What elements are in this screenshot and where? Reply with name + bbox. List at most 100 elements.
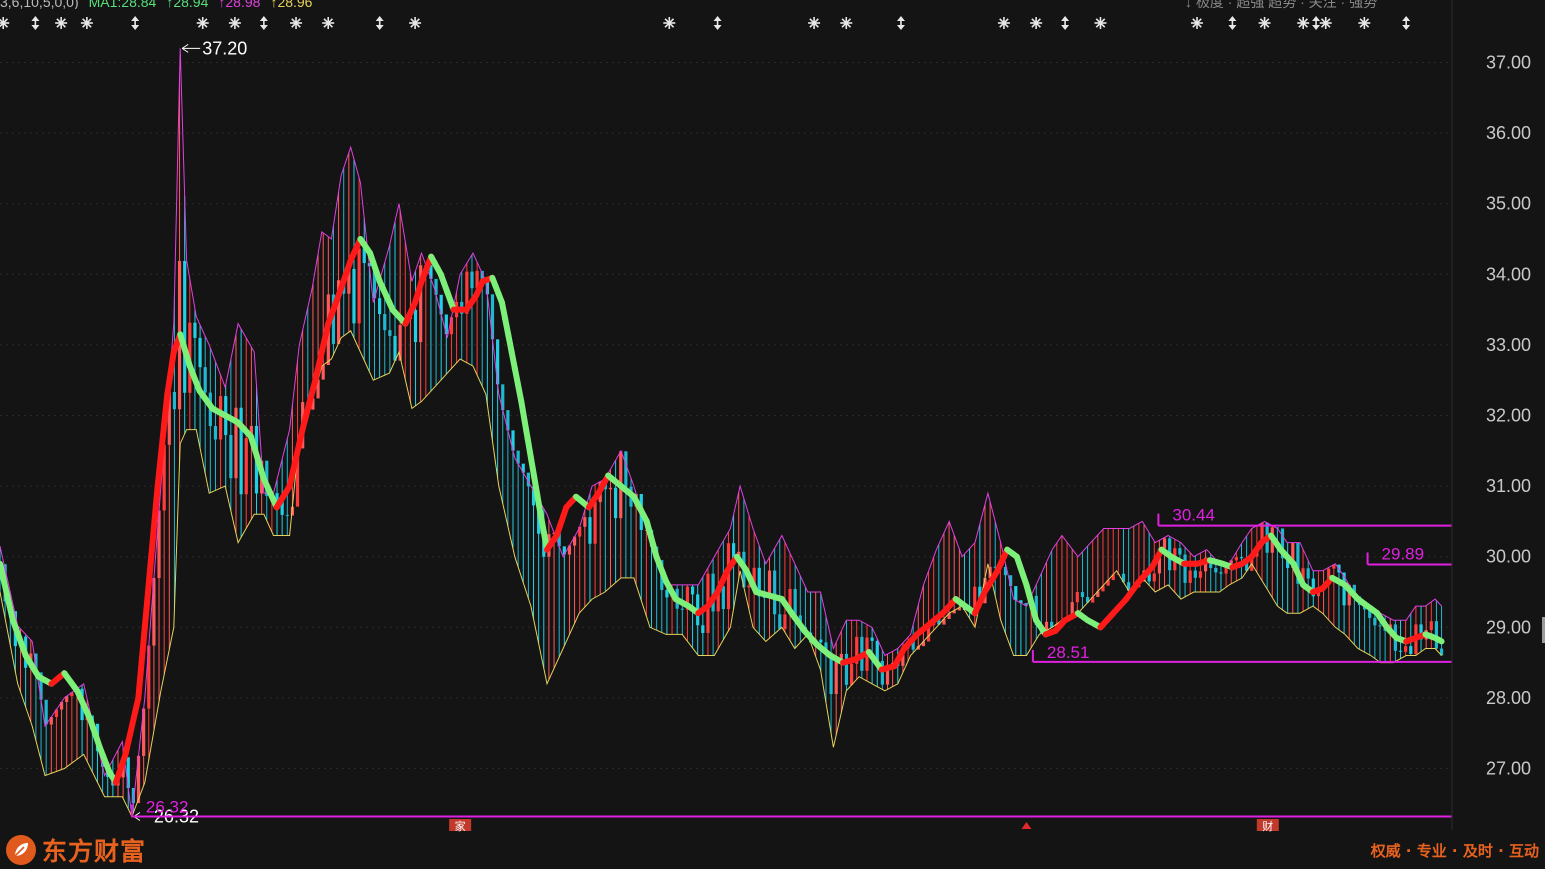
candle-body xyxy=(229,435,233,479)
candle-body xyxy=(834,661,838,695)
event-badge-label: 财 xyxy=(1262,819,1273,833)
candle-body xyxy=(1409,646,1413,654)
candle-body xyxy=(1234,556,1238,561)
trend-segment xyxy=(161,391,171,428)
legend-item-2: ↑28.94 xyxy=(166,0,209,9)
candle-body xyxy=(388,330,392,336)
candle-body xyxy=(198,337,202,368)
candle-body xyxy=(608,487,613,490)
candle-body xyxy=(1152,573,1156,582)
candle-body xyxy=(1373,617,1377,626)
level-label: 28.51 xyxy=(1047,643,1090,662)
candle-body xyxy=(383,314,387,331)
trend-segment xyxy=(164,370,174,398)
y-tick-label: 28.00 xyxy=(1486,688,1531,708)
trend-segment xyxy=(167,348,177,377)
trend-segment xyxy=(154,452,164,490)
trend-segment xyxy=(145,553,155,595)
chart-background xyxy=(0,0,1545,869)
trend-segment xyxy=(1435,636,1445,645)
candle-body xyxy=(850,663,854,685)
candle-body xyxy=(793,588,797,616)
candle-body xyxy=(213,426,218,440)
candle-body xyxy=(1306,568,1310,579)
event-badge-label: 家 xyxy=(455,819,466,833)
candle-body xyxy=(126,757,130,789)
candle-body xyxy=(593,502,597,544)
indicator-legend: 3,6,10,5,0,0) MA1:28.84 ↑28.94 ↑28.98 ↑28.96… xyxy=(0,0,1440,9)
candle-body xyxy=(1219,572,1223,574)
y-tick-label: 30.00 xyxy=(1486,547,1531,567)
candle-body xyxy=(203,367,207,393)
trend-segment xyxy=(148,518,158,560)
candle-body xyxy=(285,514,289,516)
candle-body xyxy=(172,391,177,410)
candle-body xyxy=(321,365,325,380)
candle-body xyxy=(378,298,382,315)
trend-segment xyxy=(138,624,148,666)
extreme-price-label: 37.20 xyxy=(202,38,247,58)
candle-body xyxy=(1014,586,1018,601)
candle-body xyxy=(413,309,418,343)
leaf-icon xyxy=(14,843,28,857)
candle-body xyxy=(1183,554,1187,583)
candle-body xyxy=(393,335,397,361)
y-tick-label: 29.00 xyxy=(1486,617,1531,637)
level-label: 26.32 xyxy=(146,798,189,817)
candle-body xyxy=(244,438,248,495)
candle-body xyxy=(721,586,725,610)
y-tick-label: 31.00 xyxy=(1486,476,1531,496)
candle-body xyxy=(1188,570,1192,583)
y-tick-label: 37.00 xyxy=(1486,53,1531,73)
legend-item-3: ↑28.98 xyxy=(218,0,261,9)
candle-body xyxy=(778,614,782,630)
candle-body xyxy=(1080,592,1085,598)
candle-body xyxy=(624,451,628,487)
trend-segment xyxy=(135,659,145,701)
candle-body xyxy=(783,614,787,630)
candle-body xyxy=(1404,646,1408,652)
candle-body xyxy=(870,637,874,641)
level-label: 29.89 xyxy=(1382,544,1425,563)
level-label: 30.44 xyxy=(1172,506,1215,525)
candle-body xyxy=(1214,567,1218,573)
legend-item-4: ↑28.96 xyxy=(270,0,313,9)
candle-body xyxy=(1398,650,1403,652)
candle-body xyxy=(680,608,684,610)
candle-body xyxy=(1239,556,1244,559)
y-tick-label: 33.00 xyxy=(1486,335,1531,355)
legend-item-0: 3,6,10,5,0,0) xyxy=(0,0,79,9)
candle-body xyxy=(583,517,587,527)
brand-name: 东方财富 xyxy=(42,837,147,866)
trend-segment xyxy=(157,421,168,459)
candle-body xyxy=(357,248,361,324)
candle-body xyxy=(1075,592,1079,603)
brand-logo-block: 东方财富 xyxy=(6,832,146,868)
candle-body xyxy=(1198,571,1203,578)
legend-item-1: MA1:28.84 xyxy=(88,0,157,9)
y-tick-label: 35.00 xyxy=(1486,194,1531,214)
candle-body xyxy=(1378,625,1382,627)
candle-body xyxy=(1429,621,1433,631)
candle-body xyxy=(218,396,223,440)
candle-body xyxy=(183,260,187,393)
candle-body xyxy=(449,317,454,335)
brand-logo-icon xyxy=(6,835,36,865)
candle-body xyxy=(193,322,197,338)
trend-segment xyxy=(151,483,161,525)
y-tick-label: 34.00 xyxy=(1486,264,1531,284)
candle-body xyxy=(470,271,474,289)
candle-body xyxy=(352,268,356,324)
candle-body xyxy=(1162,538,1167,549)
candle-body xyxy=(588,517,592,544)
price-chart[interactable]: 37.2026.3226.3230.4429.8928.51 27.0028.0… xyxy=(0,0,1545,869)
candle-body xyxy=(44,699,48,725)
candle-body xyxy=(701,625,705,633)
candle-body xyxy=(773,570,777,615)
y-tick-label: 27.00 xyxy=(1486,759,1531,779)
y-tick-label: 36.00 xyxy=(1486,123,1531,143)
brand-slogan: 权威 · 专业 · 及时 · 互动 xyxy=(1370,842,1539,860)
candle-body xyxy=(819,639,823,643)
candle-body xyxy=(614,487,618,519)
y-tick-label: 32.00 xyxy=(1486,406,1531,426)
